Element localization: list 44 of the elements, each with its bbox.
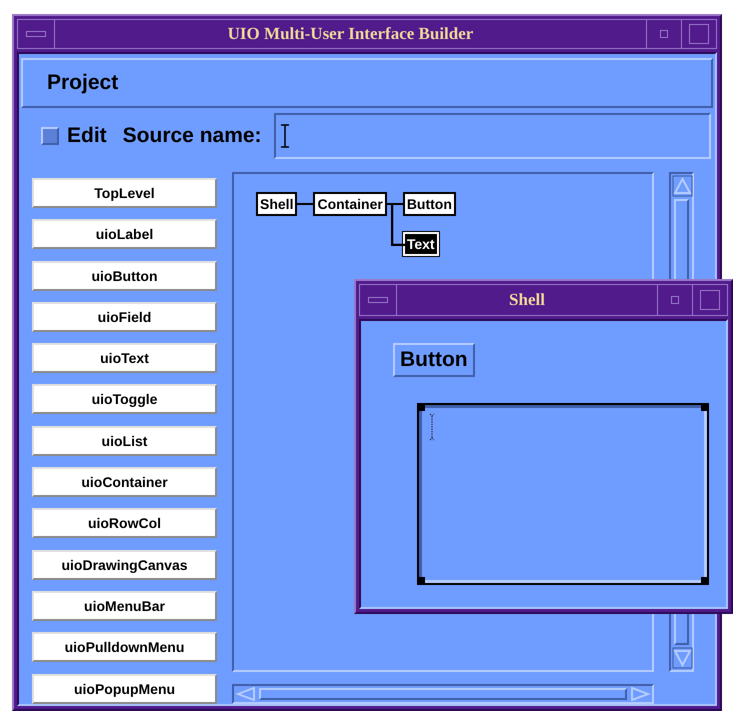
horizontal-scrollbar[interactable] <box>232 684 654 704</box>
scroll-right-icon[interactable] <box>629 687 651 701</box>
text-area[interactable] <box>417 403 709 585</box>
resize-handle[interactable] <box>417 403 425 411</box>
window-menu-icon[interactable] <box>26 31 46 37</box>
scroll-left-icon[interactable] <box>235 687 257 701</box>
text-cursor-icon <box>280 124 290 148</box>
widget-button[interactable]: uioDrawingCanvas <box>32 550 217 580</box>
widget-button[interactable]: uioList <box>32 426 217 456</box>
source-name-field[interactable] <box>274 113 711 159</box>
maximize-icon[interactable] <box>700 290 720 310</box>
scroll-up-icon[interactable] <box>672 175 693 197</box>
widget-button[interactable]: uioPulldownMenu <box>32 632 217 662</box>
scroll-down-icon[interactable] <box>672 647 693 669</box>
source-name-label: Source name: <box>122 124 262 148</box>
resize-handle[interactable] <box>417 577 425 585</box>
widget-button[interactable]: uioText <box>32 343 217 374</box>
edit-checkbox[interactable] <box>41 127 59 145</box>
tree-node[interactable]: Button <box>402 192 456 216</box>
widget-button[interactable]: uioRowCol <box>32 508 217 538</box>
widget-button[interactable]: uioPopupMenu <box>32 674 217 704</box>
connector-line <box>297 203 314 205</box>
minimize-icon[interactable] <box>671 296 679 304</box>
widget-button[interactable]: uioToggle <box>32 384 217 414</box>
maximize-icon[interactable] <box>689 24 709 44</box>
tree-node[interactable]: Container <box>313 192 387 216</box>
widget-button[interactable]: uioContainer <box>32 467 217 498</box>
widget-button[interactable]: uioLabel <box>32 219 217 250</box>
edit-label: Edit <box>67 124 107 148</box>
text-cursor-icon <box>429 413 435 441</box>
tree-node[interactable]: Text <box>402 232 439 256</box>
widget-button[interactable]: uioButton <box>32 260 217 291</box>
tree-node[interactable]: Shell <box>256 192 298 216</box>
window-menu-icon[interactable] <box>368 297 388 303</box>
shell-button[interactable]: Button <box>393 343 475 377</box>
resize-handle[interactable] <box>701 577 709 585</box>
widget-button[interactable]: uioMenuBar <box>32 590 217 621</box>
window-title: Shell <box>509 290 545 310</box>
minimize-icon[interactable] <box>660 30 668 38</box>
widget-button[interactable]: uioField <box>32 302 217 332</box>
widget-button[interactable]: TopLevel <box>32 178 217 208</box>
resize-handle[interactable] <box>701 403 709 411</box>
window-title: UIO Multi-User Interface Builder <box>228 24 474 44</box>
menu-item[interactable]: Project <box>47 71 118 95</box>
